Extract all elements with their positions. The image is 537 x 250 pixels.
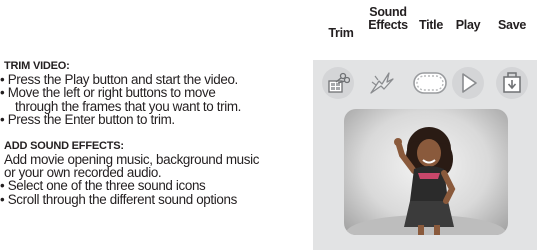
title-button[interactable] bbox=[411, 67, 449, 99]
trim-button[interactable] bbox=[322, 67, 354, 99]
girl-dancing-photo bbox=[346, 127, 506, 235]
video-preview bbox=[344, 109, 508, 235]
sound-effects-icon bbox=[370, 72, 394, 94]
trim-step: Press the Play button and start the vide… bbox=[0, 73, 320, 87]
trim-step: Move the left or right buttons to move bbox=[0, 86, 320, 100]
save-icon bbox=[503, 72, 521, 93]
title-icon bbox=[413, 72, 447, 94]
sound-effects-button[interactable] bbox=[366, 67, 398, 99]
film-scissors-icon bbox=[328, 72, 350, 93]
instructions: TRIM VIDEO: Press the Play button and st… bbox=[0, 60, 320, 206]
sound-intro: Add movie opening music, background musi… bbox=[4, 151, 260, 167]
play-icon bbox=[462, 73, 477, 93]
title-label: Title bbox=[419, 18, 443, 32]
sound-effects-heading: ADD SOUND EFFECTS: bbox=[4, 139, 124, 152]
trim-video-heading: TRIM VIDEO: bbox=[4, 60, 70, 72]
play-button[interactable] bbox=[452, 67, 484, 99]
save-label: Save bbox=[498, 18, 526, 32]
trim-step: Press the Enter button to trim. bbox=[0, 113, 320, 127]
save-button[interactable] bbox=[496, 67, 528, 99]
sound-intro: or your own recorded audio. bbox=[4, 165, 162, 181]
trim-label: Trim bbox=[328, 26, 354, 40]
sound-step: Scroll through the different sound optio… bbox=[0, 192, 320, 206]
play-label: Play bbox=[455, 18, 481, 32]
trim-step-continued: through the frames that you want to trim… bbox=[15, 98, 242, 114]
effects-label: Effects bbox=[368, 18, 408, 32]
sound-step: Select one of the three sound icons bbox=[0, 179, 320, 193]
